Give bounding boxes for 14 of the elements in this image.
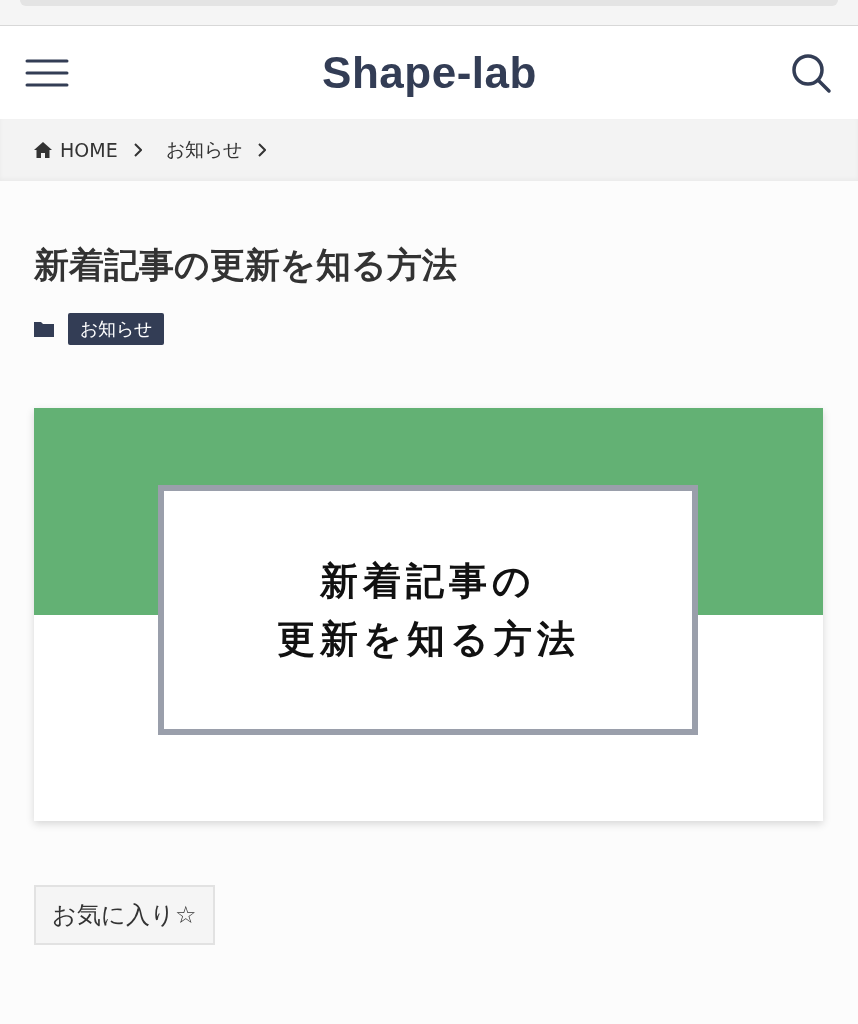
favorite-button[interactable]: お気に入り☆: [34, 885, 215, 945]
site-title[interactable]: Shape-lab: [322, 47, 537, 98]
home-icon: [34, 142, 52, 158]
search-icon[interactable]: [790, 51, 832, 94]
eyecatch-text: 新着記事の: [320, 558, 536, 605]
category-tag[interactable]: お知らせ: [68, 313, 164, 345]
breadcrumb-link[interactable]: お知らせ: [165, 137, 242, 163]
breadcrumb-link[interactable]: HOME: [60, 139, 118, 161]
article-title: 新着記事の更新を知る方法: [34, 244, 458, 287]
eyecatch-text: 更新を知る方法: [276, 616, 580, 663]
menu-icon[interactable]: [25, 57, 69, 88]
chevron-icon: [257, 143, 266, 157]
chevron-icon: [133, 143, 142, 157]
folder-icon: [34, 321, 54, 337]
